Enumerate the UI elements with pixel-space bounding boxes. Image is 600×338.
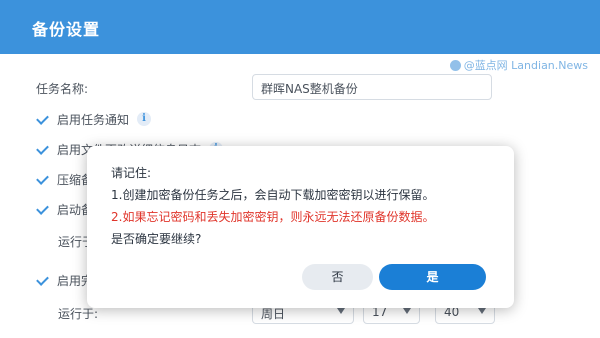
dialog-warning-line: 2.如果忘记密码和丢失加密密钥，则永远无法还原备份数据。 [111,210,435,224]
dialog-question: 是否确定要继续? [111,232,202,246]
dialog-line-1: 1.创建加密备份任务之后，会自动下载加密密钥以进行保留。 [111,188,435,202]
no-button[interactable]: 否 [302,264,373,290]
confirm-dialog: 请记住: 1.创建加密备份任务之后，会自动下载加密密钥以进行保留。 2.如果忘记… [87,146,514,308]
dialog-title: 请记住: [111,166,152,180]
yes-button[interactable]: 是 [379,264,486,290]
